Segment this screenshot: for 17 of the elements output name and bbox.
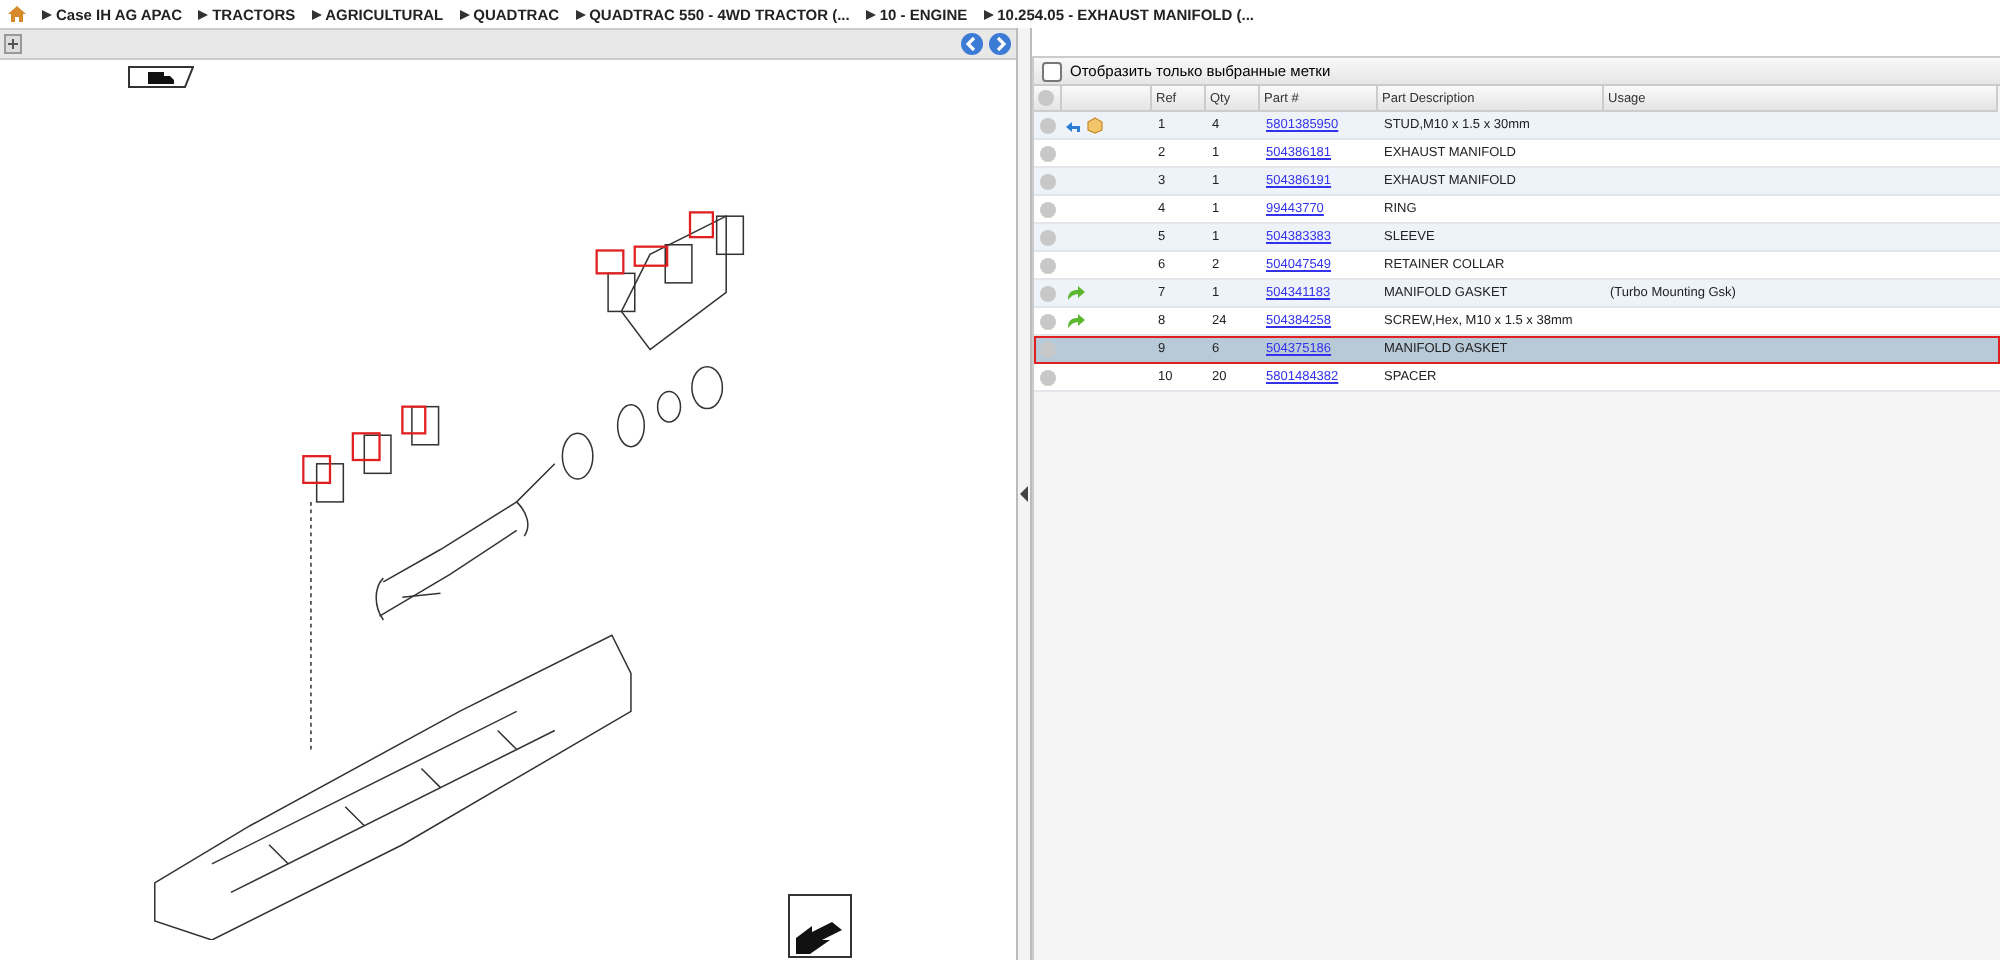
triangle-icon <box>311 9 322 19</box>
back-icon[interactable] <box>960 32 984 56</box>
truck-icon[interactable] <box>128 66 194 88</box>
triangle-icon <box>198 9 209 19</box>
triangle-icon <box>459 9 470 19</box>
return-arrow-icon[interactable] <box>1066 117 1082 133</box>
triangle-icon <box>575 9 586 19</box>
add-all-icon[interactable] <box>1038 90 1054 106</box>
triangle-icon <box>865 9 876 19</box>
collapse-icon[interactable] <box>1020 486 1028 502</box>
forward-icon[interactable] <box>988 32 1012 56</box>
expand-icon[interactable] <box>4 34 22 54</box>
filter-checkbox[interactable] <box>1042 61 1062 81</box>
home-icon[interactable] <box>8 6 26 22</box>
package-icon[interactable] <box>1086 116 1104 134</box>
triangle-icon <box>983 9 994 19</box>
triangle-icon <box>42 9 52 19</box>
